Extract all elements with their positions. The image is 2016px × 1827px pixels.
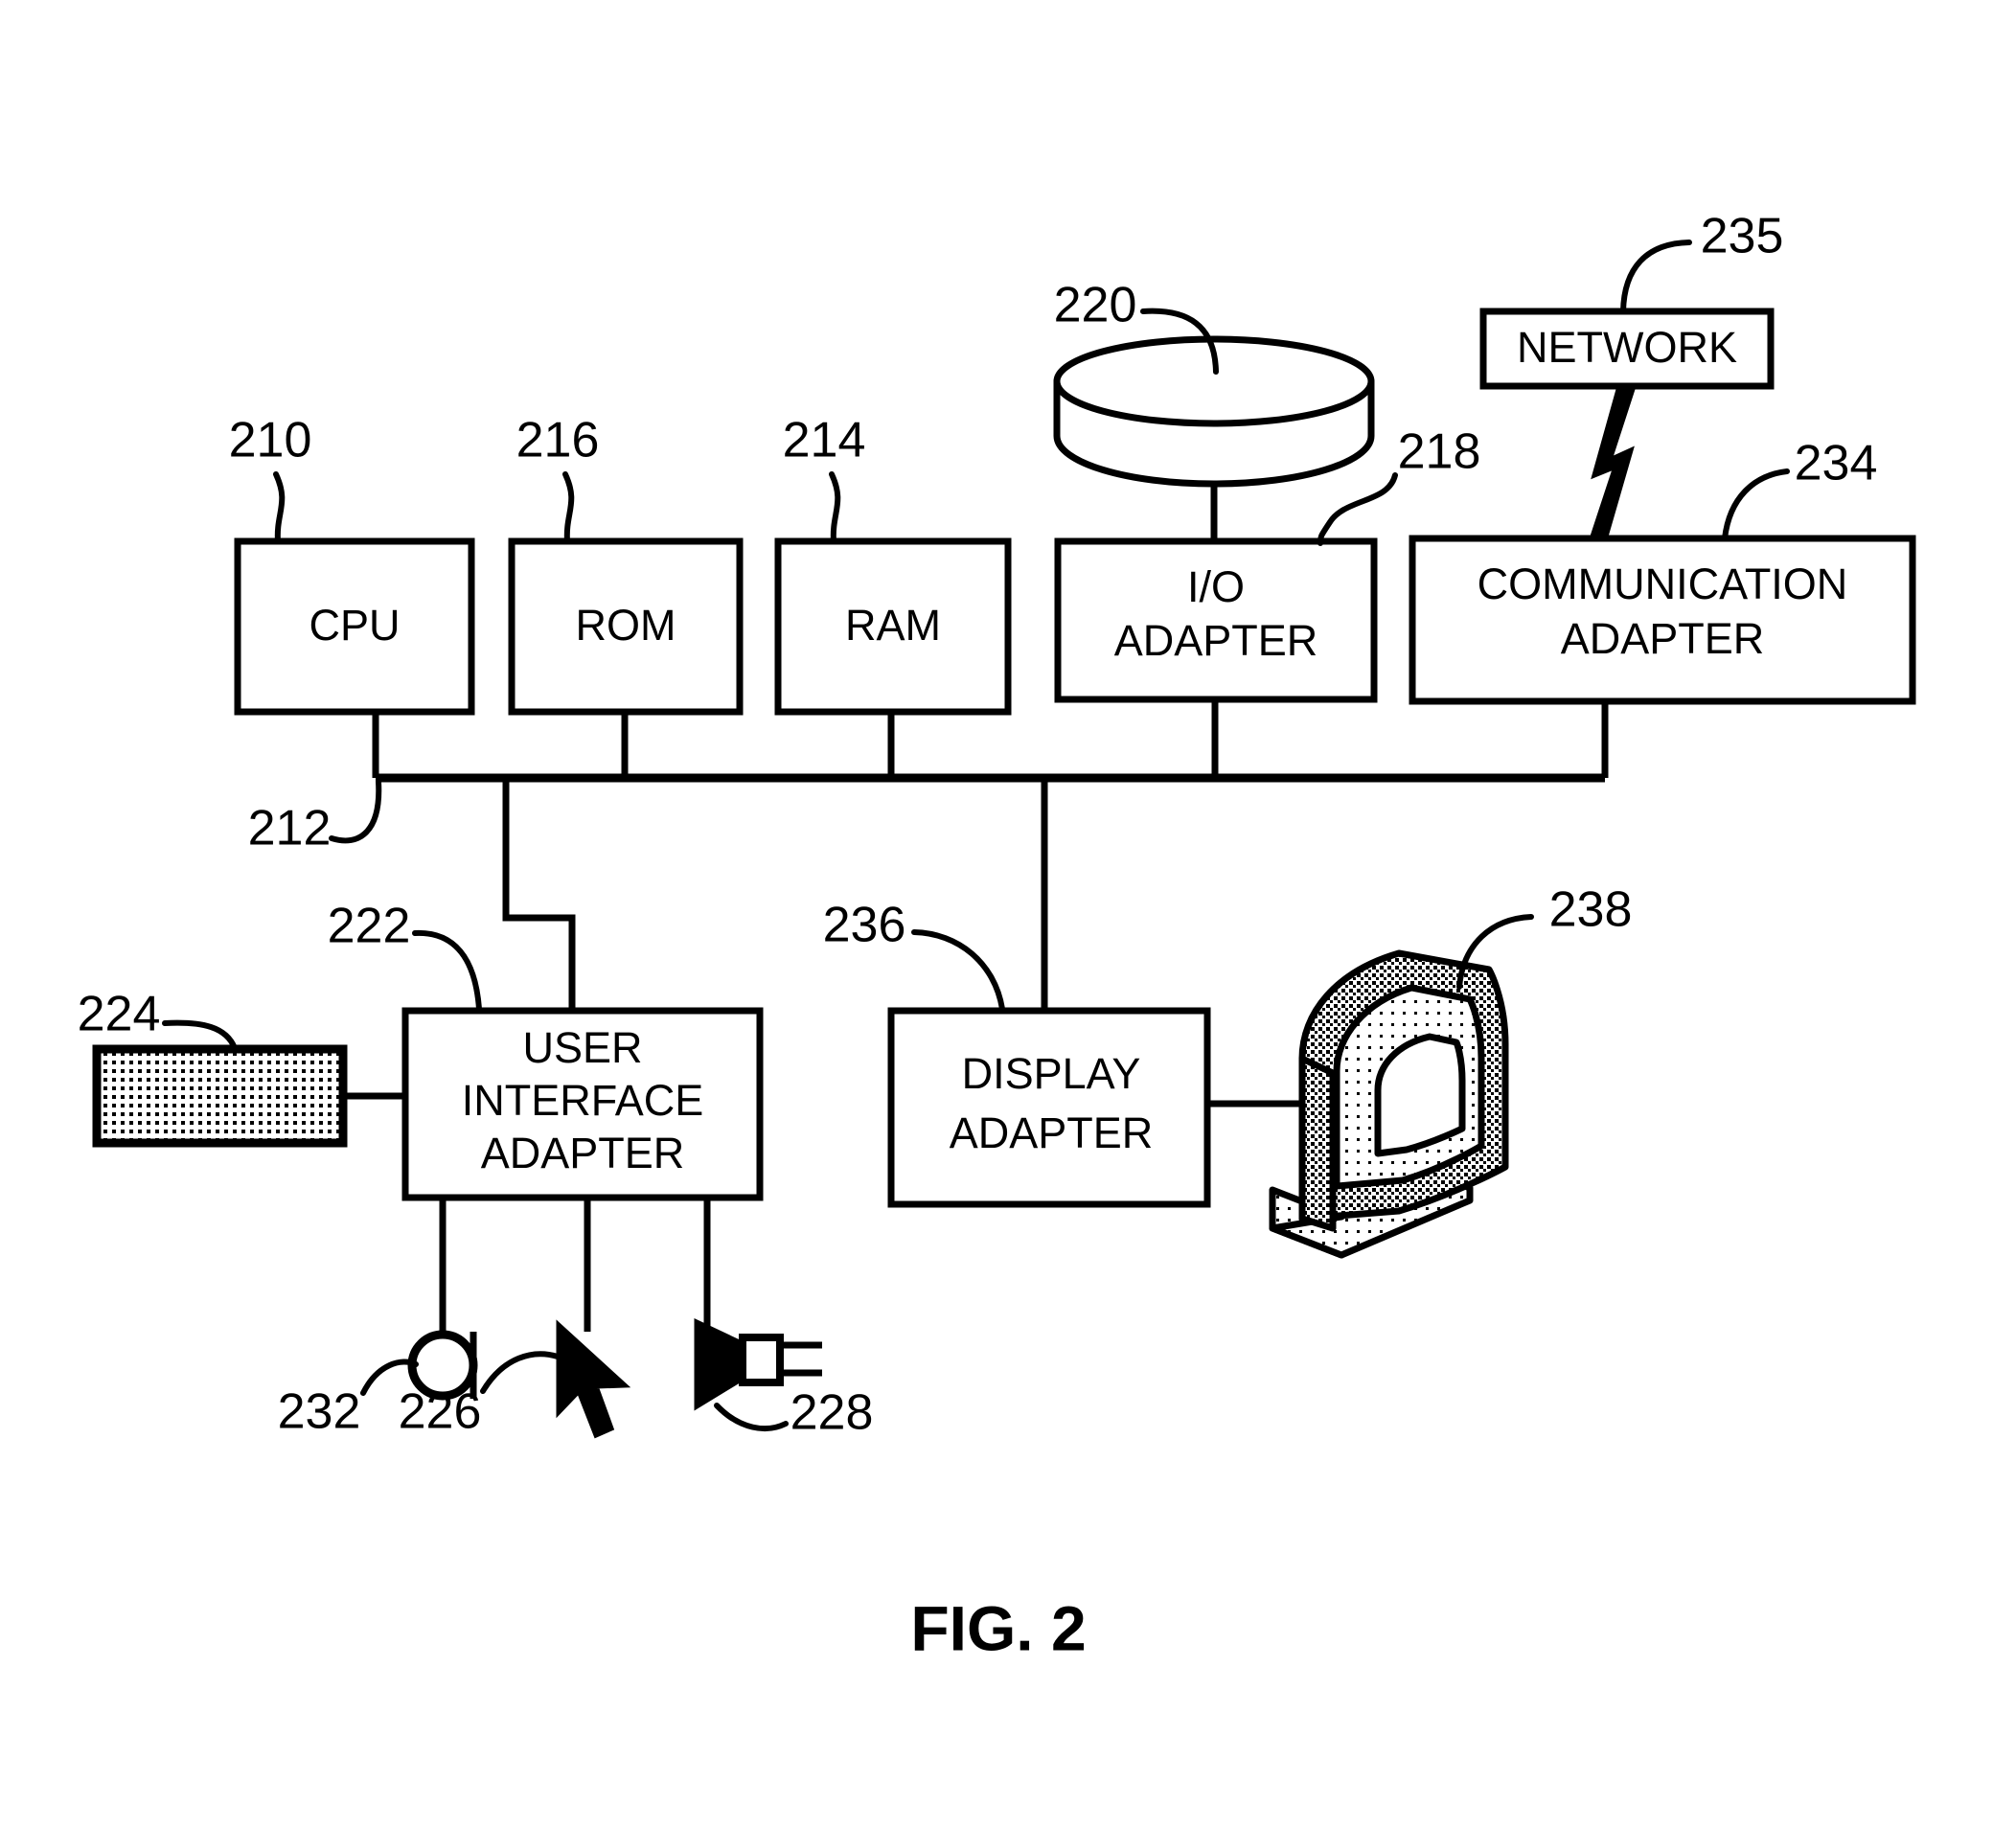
ref-label-218: 218	[1398, 424, 1481, 480]
block-io-adapter[interactable]: I/O ADAPTER	[1054, 537, 1378, 703]
block-network[interactable]: NETWORK	[1479, 308, 1775, 390]
ref-label-228: 228	[790, 1385, 874, 1441]
block-io-adapter-label-line2: ADAPTER	[1114, 616, 1318, 665]
ref-label-238: 238	[1549, 882, 1633, 938]
block-display-adapter-label-line1: DISPLAY	[962, 1049, 1141, 1098]
block-network-label: NETWORK	[1517, 323, 1737, 372]
block-uia-label-line3: ADAPTER	[481, 1129, 685, 1177]
ref-label-210: 210	[229, 413, 312, 468]
ref-label-220: 220	[1054, 278, 1137, 333]
ref-label-212: 212	[248, 801, 332, 856]
block-communication-adapter[interactable]: COMMUNICATION ADAPTER	[1409, 535, 1916, 705]
figure-caption: FIG. 2	[910, 1592, 1086, 1663]
ref-label-235: 235	[1701, 209, 1784, 264]
ref-label-232: 232	[278, 1384, 361, 1440]
block-communication-adapter-label-line1: COMMUNICATION	[1478, 560, 1848, 608]
ref-label-214: 214	[783, 413, 866, 468]
block-ram-label: RAM	[845, 601, 941, 650]
block-rom-label: ROM	[576, 601, 676, 650]
block-cpu-label: CPU	[309, 601, 400, 650]
block-uia-label-line2: INTERFACE	[462, 1076, 704, 1125]
ref-label-224: 224	[78, 987, 161, 1042]
block-user-interface-adapter[interactable]: USER INTERFACE ADAPTER	[401, 1007, 764, 1201]
block-uia-label-line1: USER	[522, 1023, 642, 1072]
ref-label-236: 236	[823, 898, 906, 953]
patent-figure: 212 CPU 210 ROM 216 RAM 214 I/O ADAPTER …	[0, 0, 2016, 1827]
canvas-background	[0, 0, 2016, 1827]
computer-system-block-diagram: 212 CPU 210 ROM 216 RAM 214 I/O ADAPTER …	[0, 0, 2016, 1827]
ref-label-226: 226	[399, 1384, 482, 1440]
ref-label-234: 234	[1795, 436, 1878, 491]
ref-label-222: 222	[328, 899, 411, 954]
block-cpu[interactable]: CPU	[234, 537, 475, 716]
block-display-adapter[interactable]: DISPLAY ADAPTER	[887, 1007, 1211, 1208]
block-io-adapter-label-line1: I/O	[1187, 562, 1245, 611]
block-rom[interactable]: ROM	[508, 537, 744, 716]
ref-label-216: 216	[516, 413, 600, 468]
block-ram[interactable]: RAM	[774, 537, 1012, 716]
block-communication-adapter-label-line2: ADAPTER	[1561, 614, 1765, 663]
block-display-adapter-label-line2: ADAPTER	[950, 1108, 1154, 1157]
